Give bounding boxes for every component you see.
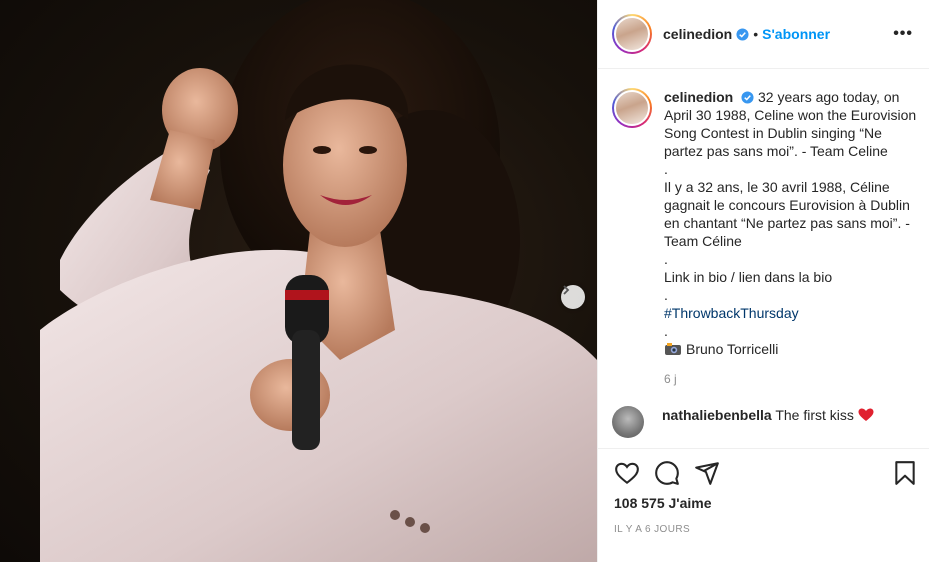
commenter-username[interactable]: nathaliebenbella bbox=[662, 407, 772, 423]
verified-badge-icon bbox=[741, 91, 754, 104]
chevron-right-icon bbox=[563, 285, 570, 295]
hashtag-link[interactable]: #ThrowbackThursday bbox=[664, 304, 918, 322]
bookmark-icon[interactable] bbox=[892, 460, 918, 486]
photo-illustration bbox=[40, 0, 597, 562]
red-heart-emoji-icon bbox=[858, 408, 874, 421]
heart-icon[interactable] bbox=[614, 460, 640, 486]
caption: celinedion 32 years ago today, on April … bbox=[598, 70, 929, 388]
action-row bbox=[614, 459, 918, 487]
caption-dot: . bbox=[664, 251, 668, 267]
commenter-avatar[interactable] bbox=[612, 406, 644, 438]
post-panel: celinedion • S'abonner ••• celinedion 32… bbox=[597, 0, 929, 562]
separator-dot: • bbox=[753, 26, 759, 42]
post-header: celinedion • S'abonner ••• bbox=[598, 0, 929, 69]
caption-avatar[interactable] bbox=[612, 88, 652, 128]
comment-text: nathaliebenbella The first kiss bbox=[662, 406, 874, 424]
posted-time[interactable]: Il y a 6 jours bbox=[614, 524, 918, 535]
camera-emoji-icon bbox=[665, 343, 681, 355]
comment-icon[interactable] bbox=[654, 460, 680, 486]
next-photo-button[interactable] bbox=[561, 285, 585, 309]
likes-count[interactable]: 108 575 J'aime bbox=[614, 495, 918, 511]
caption-paragraph-fr: Il y a 32 ans, le 30 avril 1988, Céline … bbox=[664, 179, 910, 249]
share-icon[interactable] bbox=[694, 460, 720, 486]
photo-credit: Bruno Torricelli bbox=[664, 340, 918, 358]
caption-time[interactable]: 6 j bbox=[664, 370, 918, 388]
photo-credit-name: Bruno Torricelli bbox=[686, 341, 779, 357]
caption-username[interactable]: celinedion bbox=[664, 89, 733, 105]
caption-dot: . bbox=[664, 287, 668, 303]
comments-section: celinedion 32 years ago today, on April … bbox=[598, 70, 929, 448]
author-avatar[interactable] bbox=[612, 14, 652, 54]
verified-badge-icon bbox=[736, 27, 749, 41]
post-photo[interactable] bbox=[0, 0, 597, 562]
caption-link-in-bio: Link in bio / lien dans la bio bbox=[664, 269, 833, 285]
author-username[interactable]: celinedion bbox=[663, 26, 732, 42]
comment-item: nathaliebenbella The first kiss bbox=[598, 394, 929, 438]
actions-bar: 108 575 J'aime Il y a 6 jours bbox=[598, 448, 929, 562]
comment-body: The first kiss bbox=[775, 407, 854, 423]
caption-dot: . bbox=[664, 161, 668, 177]
caption-text: celinedion 32 years ago today, on April … bbox=[664, 88, 918, 388]
more-options-icon[interactable]: ••• bbox=[893, 26, 913, 42]
follow-button[interactable]: S'abonner bbox=[762, 26, 830, 42]
caption-dot: . bbox=[664, 323, 668, 339]
